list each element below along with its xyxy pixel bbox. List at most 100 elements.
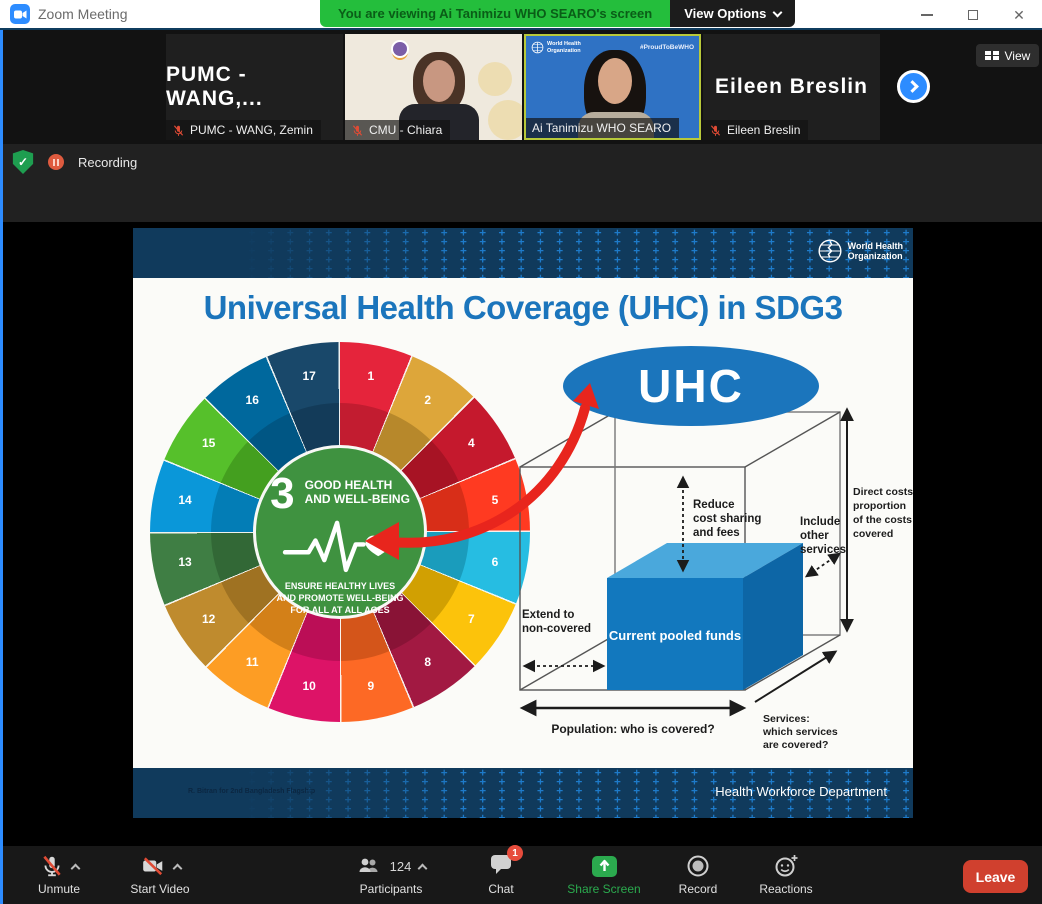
svg-text:are covered?: are covered? bbox=[763, 739, 828, 751]
sdg-segment-number: 1 bbox=[363, 369, 379, 383]
video-strip: PUMC - WANG,... PUMC - WANG, Zemin CMU -… bbox=[0, 30, 1042, 144]
participant-name-label: Eileen Breslin bbox=[703, 120, 808, 140]
close-button[interactable]: ✕ bbox=[996, 0, 1042, 30]
chevron-down-icon bbox=[773, 7, 783, 17]
video-tile-ai-tanimizu[interactable]: World HealthOrganization #ProudToBeWHO A… bbox=[524, 34, 701, 140]
svg-text:other: other bbox=[800, 530, 829, 542]
sdg-segment-number: 13 bbox=[177, 555, 193, 569]
viewing-screen-banner: You are viewing Ai Tanimizu WHO SEARO's … bbox=[320, 0, 795, 27]
titlebar: Zoom Meeting You are viewing Ai Tanimizu… bbox=[0, 0, 1042, 30]
slide-title: Universal Health Coverage (UHC) in SDG3 bbox=[204, 289, 843, 327]
muted-mic-icon bbox=[40, 854, 64, 878]
sdg3-title: GOOD HEALTH AND WELL-BEING bbox=[305, 474, 410, 507]
minimize-button[interactable] bbox=[904, 0, 950, 30]
video-options-chevron[interactable] bbox=[172, 863, 182, 873]
record-button[interactable]: Record bbox=[668, 853, 728, 896]
department-label: Health Workforce Department bbox=[715, 784, 887, 799]
record-icon bbox=[686, 854, 710, 878]
sdg-segment-number: 15 bbox=[201, 436, 217, 450]
chat-unread-badge: 1 bbox=[507, 845, 523, 861]
shared-screen-area: + + + + + + + + + + + + + + + + + + + + … bbox=[0, 222, 1042, 845]
background-decor bbox=[478, 62, 512, 96]
slide-body: 124567891011121314151617 3 GOOD HEALTH A… bbox=[133, 338, 913, 768]
svg-text:services: services bbox=[800, 544, 846, 556]
sdg-segment-number: 7 bbox=[463, 612, 479, 626]
sdg-segment-number: 8 bbox=[420, 655, 436, 669]
unmute-button[interactable]: Unmute bbox=[20, 853, 98, 896]
zoom-app-icon bbox=[10, 4, 30, 24]
video-tile-pumc[interactable]: PUMC - WANG,... PUMC - WANG, Zemin bbox=[166, 34, 343, 140]
sdg-segment-number: 10 bbox=[301, 679, 317, 693]
sdg-segment-number: 17 bbox=[301, 369, 317, 383]
services-label: Services: bbox=[763, 713, 810, 725]
participants-options-chevron[interactable] bbox=[418, 863, 428, 873]
sdg-segment-number: 4 bbox=[463, 436, 479, 450]
sdg-segment-number: 12 bbox=[201, 612, 217, 626]
meeting-toolbar: Unmute Start Video 124 Participants 1 bbox=[0, 845, 1042, 904]
participants-icon bbox=[356, 855, 382, 877]
sdg3-center-circle: 3 GOOD HEALTH AND WELL-BEING ENSURE HEAL… bbox=[253, 445, 428, 620]
pooled-funds-box: Current pooled funds bbox=[607, 543, 803, 690]
meeting-background: ✓ Recording bbox=[0, 144, 1042, 222]
reactions-button[interactable]: Reactions bbox=[748, 853, 824, 896]
svg-text:and fees: and fees bbox=[693, 527, 740, 539]
zoom-meeting-window: Zoom Meeting You are viewing Ai Tanimizu… bbox=[0, 0, 1042, 904]
recording-indicator-icon[interactable] bbox=[48, 154, 64, 170]
muted-mic-icon bbox=[351, 124, 364, 137]
video-tile-eileen[interactable]: Eileen Breslin Eileen Breslin bbox=[703, 34, 880, 140]
sdg-segment-number: 6 bbox=[487, 555, 503, 569]
next-participants-button[interactable] bbox=[897, 70, 930, 103]
view-layout-button[interactable]: View bbox=[976, 44, 1039, 67]
participant-name-label: PUMC - WANG, Zemin bbox=[166, 120, 321, 140]
slide-footer-band: + + + + + + + + + + + + + + + + + + + + … bbox=[133, 768, 913, 818]
pooled-funds-label: Current pooled funds bbox=[609, 628, 741, 643]
banner-text: You are viewing Ai Tanimizu WHO SEARO's … bbox=[320, 0, 670, 27]
uhc-label: UHC bbox=[638, 359, 744, 413]
reduce-label: Reduce bbox=[693, 499, 735, 511]
gallery-view-icon bbox=[985, 51, 999, 61]
view-options-button[interactable]: View Options bbox=[670, 0, 795, 27]
svg-text:of the costs: of the costs bbox=[853, 514, 912, 526]
participants-button[interactable]: 124 Participants bbox=[336, 853, 446, 896]
heartbeat-icon bbox=[280, 513, 400, 578]
background-decor bbox=[488, 100, 522, 140]
svg-text:covered: covered bbox=[853, 528, 893, 540]
sdg-segment-number: 2 bbox=[420, 393, 436, 407]
who-logo: World HealthOrganization bbox=[817, 238, 903, 264]
window-left-edge bbox=[0, 30, 3, 904]
sdg-segment-number: 11 bbox=[244, 655, 260, 669]
window-title: Zoom Meeting bbox=[38, 6, 127, 22]
slide-header-band: + + + + + + + + + + + + + + + + + + + + … bbox=[133, 228, 913, 278]
sdg-segment-number: 5 bbox=[487, 493, 503, 507]
population-label: Population: who is covered? bbox=[551, 722, 714, 736]
unmute-options-chevron[interactable] bbox=[70, 863, 80, 873]
sdg-segment-number: 14 bbox=[177, 493, 193, 507]
share-screen-button[interactable]: Share Screen bbox=[556, 853, 652, 896]
chat-button[interactable]: 1 Chat bbox=[474, 853, 528, 896]
participant-name-label: CMU - Chiara bbox=[345, 120, 450, 140]
participants-count: 124 bbox=[390, 859, 412, 874]
start-video-button[interactable]: Start Video bbox=[112, 853, 208, 896]
sdg-segment-number: 16 bbox=[244, 393, 260, 407]
maximize-button[interactable] bbox=[950, 0, 996, 30]
participant-name-label: Ai Tanimizu WHO SEARO bbox=[526, 118, 679, 138]
leave-button[interactable]: Leave bbox=[963, 860, 1028, 893]
presentation-slide: + + + + + + + + + + + + + + + + + + + + … bbox=[133, 228, 913, 818]
svg-text:non-covered: non-covered bbox=[522, 623, 591, 635]
muted-mic-icon bbox=[172, 124, 185, 137]
video-tile-cmu[interactable]: CMU - Chiara bbox=[345, 34, 522, 140]
reactions-icon bbox=[774, 854, 799, 878]
svg-text:cost sharing: cost sharing bbox=[693, 513, 761, 525]
sdg3-caption: ENSURE HEALTHY LIVES AND PROMOTE WELL-BE… bbox=[277, 580, 404, 616]
encryption-shield-icon: ✓ bbox=[12, 150, 34, 174]
slide-attribution: R. Bitran for 2nd Bangladesh Flagship bbox=[188, 788, 315, 795]
svg-text:which services: which services bbox=[762, 726, 838, 738]
include-label: Include bbox=[800, 516, 840, 528]
share-screen-icon bbox=[591, 855, 618, 878]
uhc-cube-diagram: Current pooled funds Reduce cost sharing… bbox=[513, 390, 913, 762]
video-off-icon bbox=[140, 854, 166, 878]
sdg-segment-number: 9 bbox=[363, 679, 379, 693]
extend-label: Extend to bbox=[522, 609, 574, 621]
sdg-wheel: 124567891011121314151617 3 GOOD HEALTH A… bbox=[150, 342, 530, 722]
recording-label: Recording bbox=[78, 155, 137, 170]
